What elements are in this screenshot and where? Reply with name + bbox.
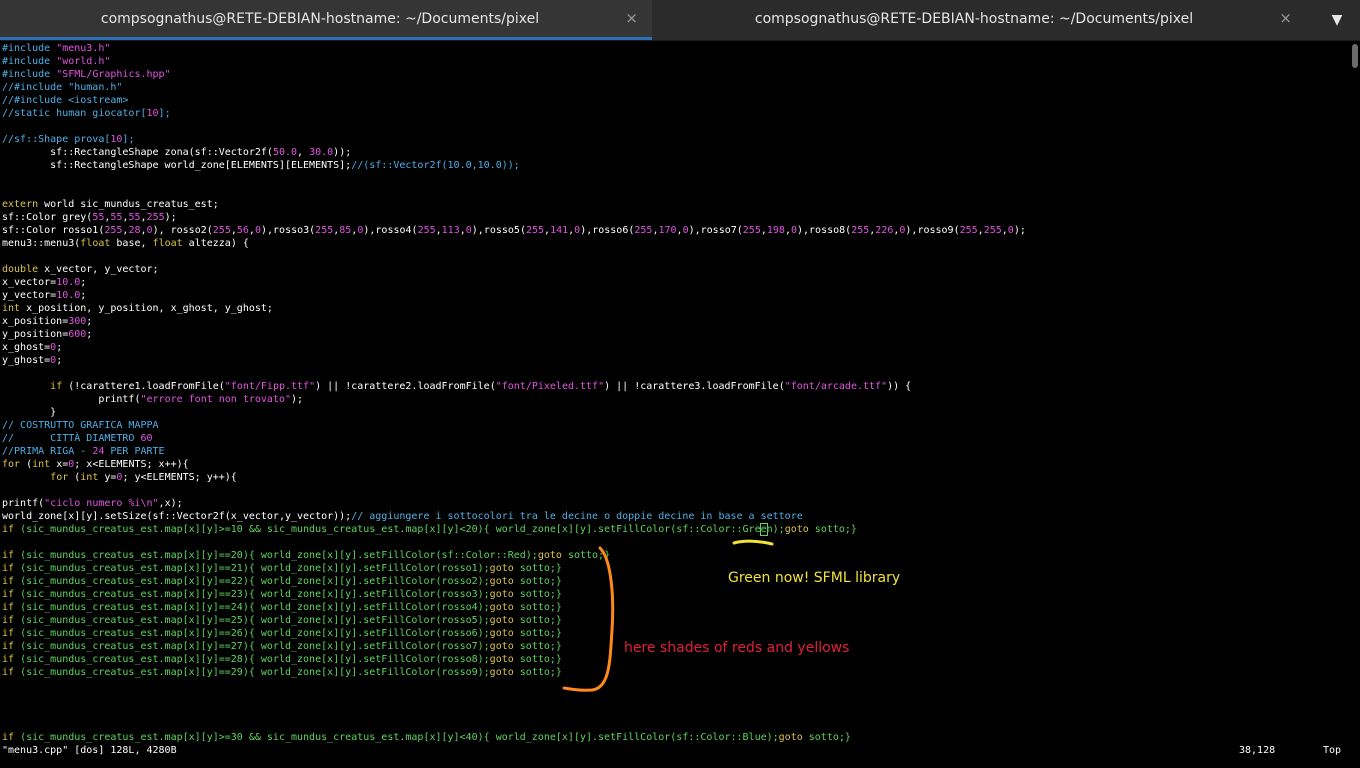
code-line: printf("errore font non trovato"); xyxy=(2,394,304,405)
code-line: x_vector=10.0; xyxy=(2,277,87,288)
code-line: #include "SFML/Graphics.hpp" xyxy=(2,69,171,80)
code-line: //#include <iostream> xyxy=(2,95,129,106)
code-line: y_ghost=0; xyxy=(2,355,63,366)
code-line: int x_position, y_position, x_ghost, y_g… xyxy=(2,303,273,314)
code-line: if (sic_mundus_creatus_est.map[x][y]>=10… xyxy=(2,523,857,536)
close-icon[interactable]: × xyxy=(625,9,638,27)
code-line: for (int x=0; x<ELEMENTS; x++){ xyxy=(2,459,189,470)
code-line: world_zone[x][y].setSize(sf::Vector2f(x_… xyxy=(2,511,803,522)
code-line: //#include "human.h" xyxy=(2,82,123,93)
code-line: if (sic_mundus_creatus_est.map[x][y]==23… xyxy=(2,589,562,600)
code-line: //sf::Shape prova[10]; xyxy=(2,134,135,145)
code-line: x_position=300; xyxy=(2,316,93,327)
code-line: //static human giocator[10]; xyxy=(2,108,171,119)
code-line: if (sic_mundus_creatus_est.map[x][y]==29… xyxy=(2,667,562,678)
code-line: #include "menu3.h" xyxy=(2,43,111,54)
code-line: if (sic_mundus_creatus_est.map[x][y]==20… xyxy=(2,550,611,561)
code-line: // CITTÀ DIAMETRO 60 xyxy=(2,433,153,444)
code-editor[interactable]: #include "menu3.h" #include "world.h" #inc… xyxy=(2,42,1347,744)
vim-status-line: "menu3.cpp" [dos] 128L, 4280B 38,128 Top xyxy=(2,744,1347,757)
code-line: sf::Color rosso1(255,28,0), rosso2(255,5… xyxy=(2,225,1026,236)
status-scroll-position: Top xyxy=(1323,745,1342,756)
code-line: printf("ciclo numero %i\n",x); xyxy=(2,498,183,509)
code-line: if (sic_mundus_creatus_est.map[x][y]>=30… xyxy=(2,732,851,743)
code-line: sf::Color grey(55,55,55,255); xyxy=(2,212,177,223)
code-line: y_vector=10.0; xyxy=(2,290,87,301)
code-line: extern world sic_mundus_creatus_est; xyxy=(2,199,219,210)
annotation-green: Green now! SFML library xyxy=(728,570,901,586)
close-icon[interactable]: × xyxy=(1279,9,1292,27)
status-file-info: "menu3.cpp" [dos] 128L, 4280B xyxy=(2,745,177,756)
code-line: sf::RectangleShape world_zone[ELEMENTS][… xyxy=(2,160,520,171)
chevron-down-icon[interactable]: ▼ xyxy=(1326,9,1348,31)
code-line: #include "world.h" xyxy=(2,56,111,67)
code-line: if (sic_mundus_creatus_est.map[x][y]==24… xyxy=(2,602,562,613)
code-line: menu3::menu3(float base, float altezza) … xyxy=(2,238,249,249)
scrollbar[interactable] xyxy=(1352,44,1358,68)
code-line: if (sic_mundus_creatus_est.map[x][y]==22… xyxy=(2,576,562,587)
status-cursor-position: 38,128 xyxy=(1239,745,1276,756)
code-line: // COSTRUTTO GRAFICA MAPPA xyxy=(2,420,159,431)
code-line: x_ghost=0; xyxy=(2,342,63,353)
code-line: if (sic_mundus_creatus_est.map[x][y]==21… xyxy=(2,563,562,574)
code-line: if (sic_mundus_creatus_est.map[x][y]==26… xyxy=(2,628,562,639)
tab-bar: compsognathus@RETE-DEBIAN-hostname: ~/Do… xyxy=(0,0,1360,41)
code-line: } xyxy=(2,407,57,418)
code-line: y_position=600; xyxy=(2,329,93,340)
code-line: double x_vector, y_vector; xyxy=(2,264,159,275)
code-line: sf::RectangleShape zona(sf::Vector2f(50.… xyxy=(2,147,352,158)
tab-terminal-2[interactable]: compsognathus@RETE-DEBIAN-hostname: ~/Do… xyxy=(654,0,1306,40)
tab-terminal-1[interactable]: compsognathus@RETE-DEBIAN-hostname: ~/Do… xyxy=(0,0,652,40)
annotation-red: here shades of reds and yellows xyxy=(624,640,850,656)
code-line: for (int y=0; y<ELEMENTS; y++){ xyxy=(50,472,237,483)
code-line: //PRIMA RIGA - 24 PER PARTE xyxy=(2,446,165,457)
code-line: if (!carattere1.loadFromFile("font/Fipp.… xyxy=(50,381,912,392)
code-line: if (sic_mundus_creatus_est.map[x][y]==25… xyxy=(2,615,562,626)
tab-title: compsognathus@RETE-DEBIAN-hostname: ~/Do… xyxy=(754,11,1194,27)
tab-title: compsognathus@RETE-DEBIAN-hostname: ~/Do… xyxy=(100,11,540,27)
